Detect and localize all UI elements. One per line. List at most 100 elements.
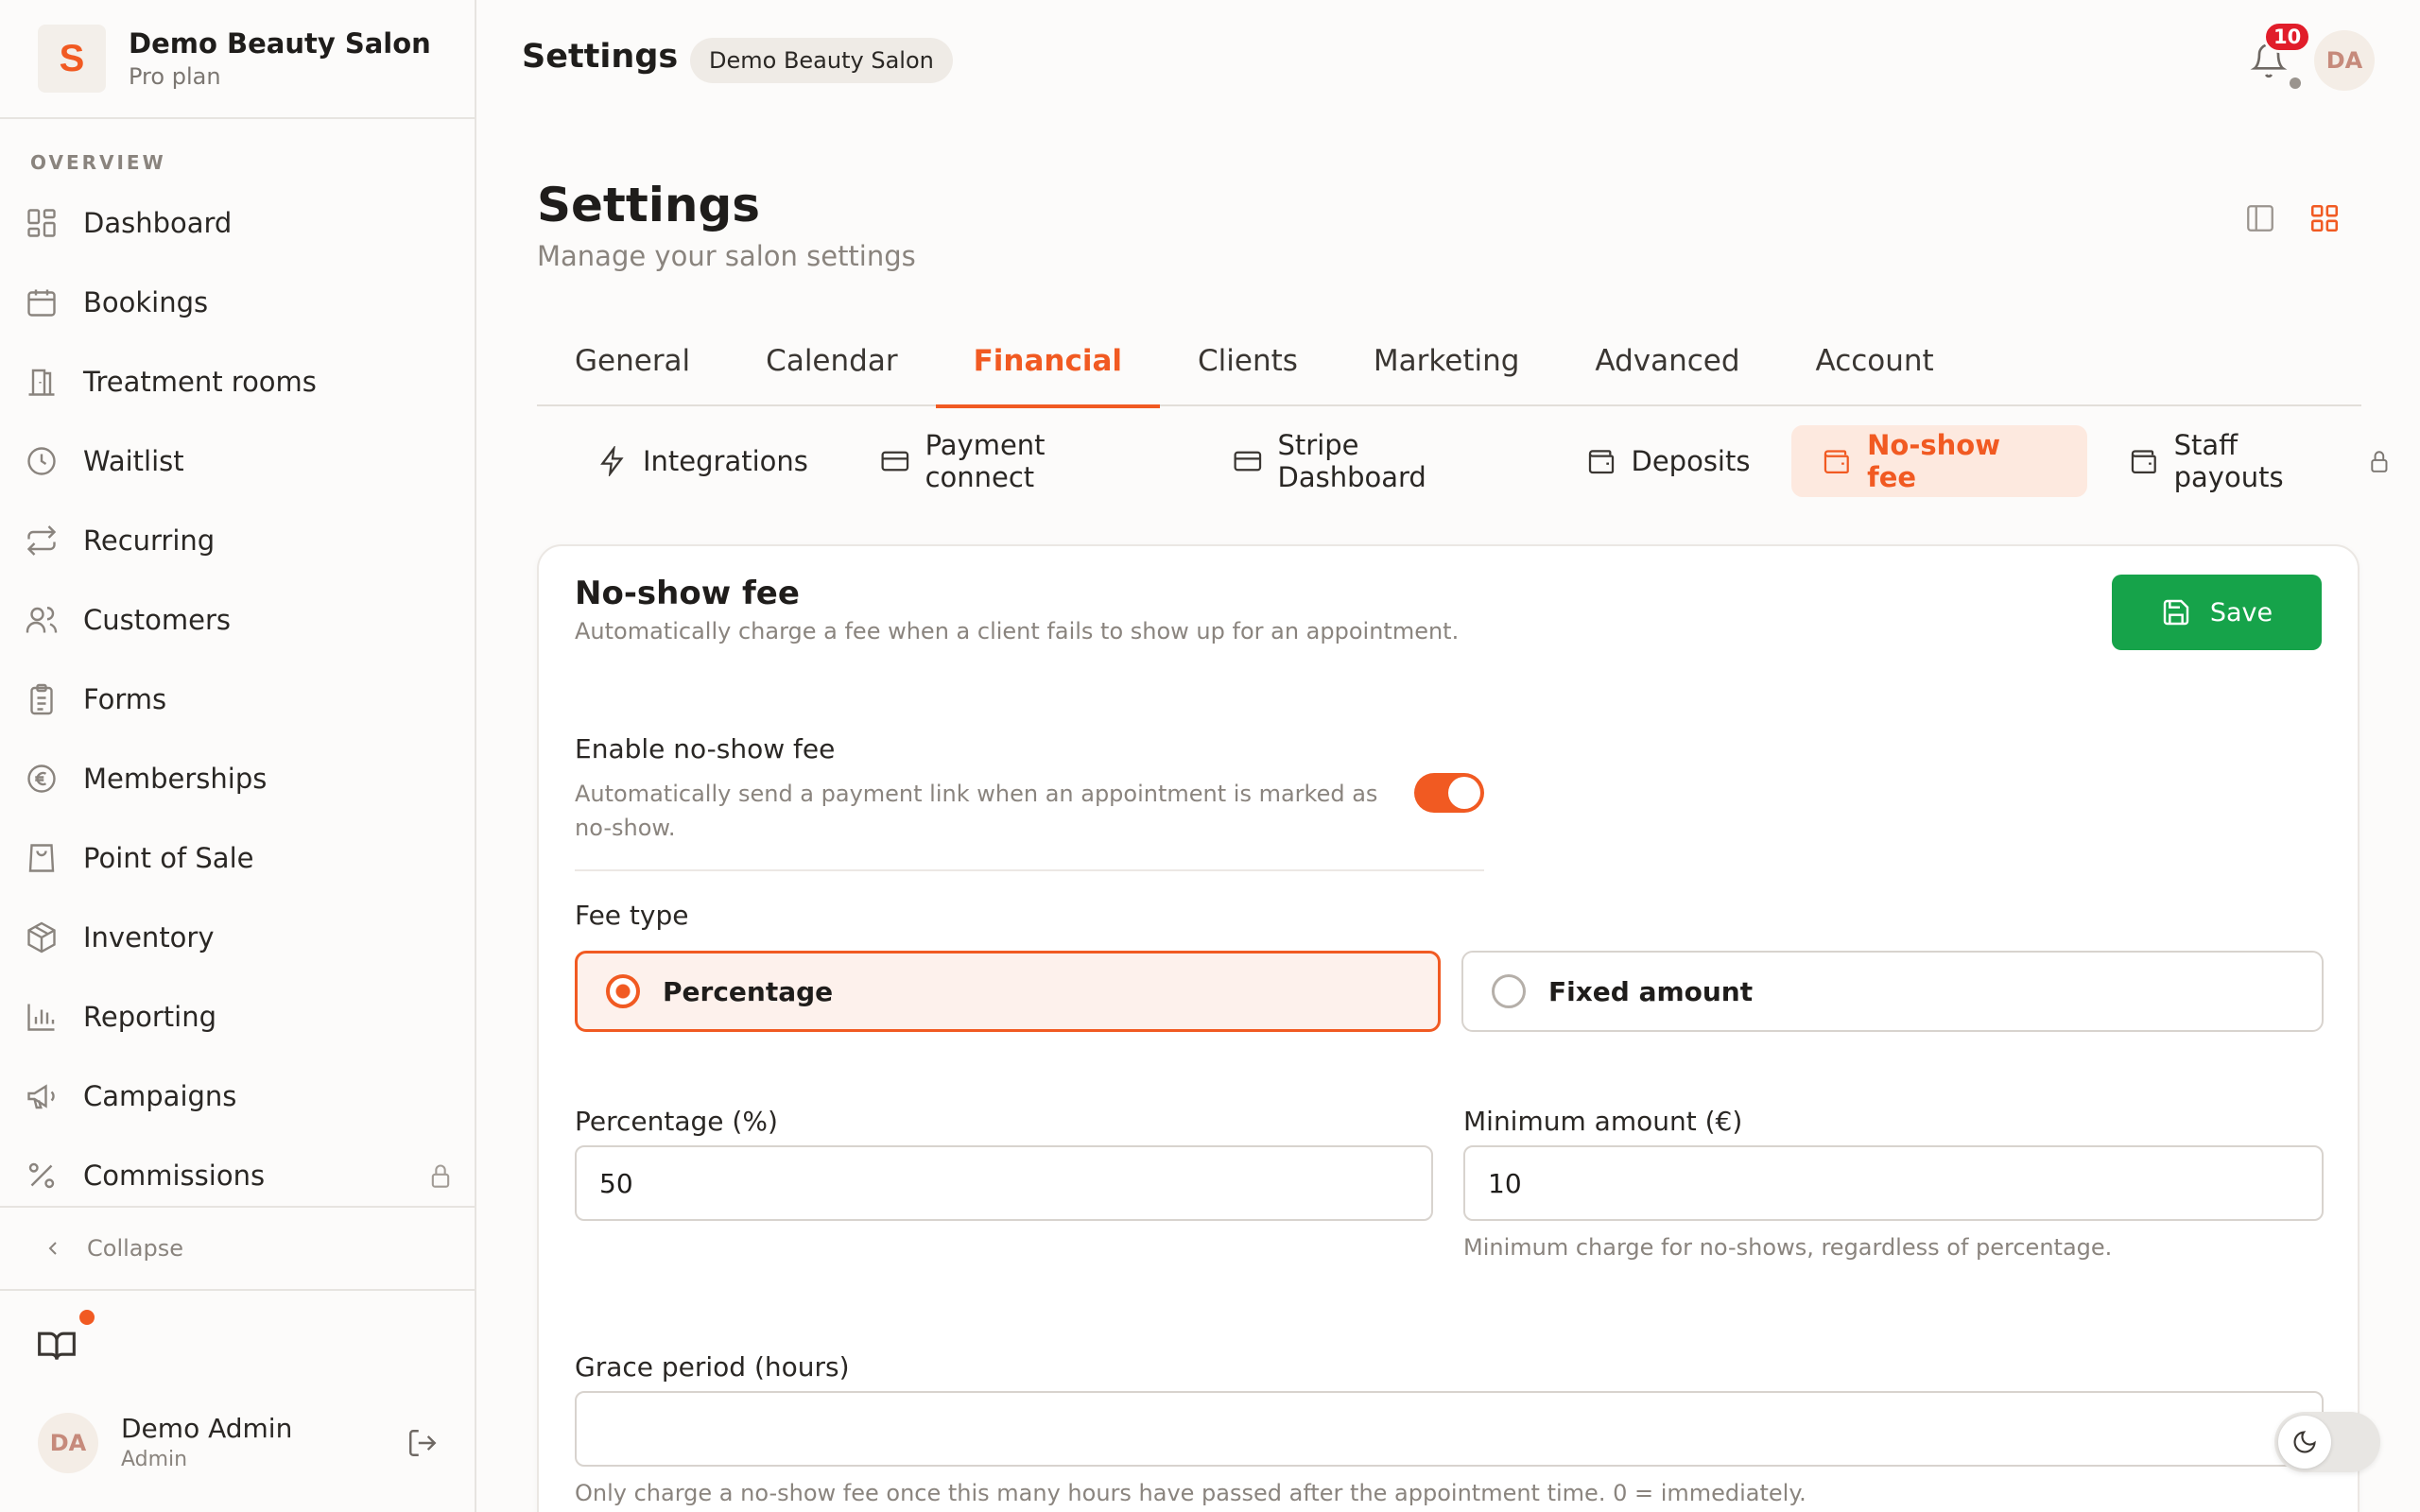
sidebar-item-point-of-sale[interactable]: Point of Sale [0,818,475,898]
megaphone-icon [27,1084,55,1109]
sidebar-item-campaigns[interactable]: Campaigns [0,1057,475,1136]
subtab-stripe-dashboard[interactable]: Stripe Dashboard [1202,425,1545,497]
save-button[interactable]: Save [2112,575,2322,650]
sidebar-item-label: Dashboard [83,207,233,239]
minimum-amount-help: Minimum charge for no-shows, regardless … [1463,1234,2113,1261]
bar-chart-icon [27,1004,55,1031]
subtab-label: Staff payouts [2173,429,2284,493]
financial-subtabs: Integrations Payment connect Stripe Dash… [567,425,2420,497]
sidebar-item-label: Forms [83,683,167,715]
toggle-knob [1448,777,1480,809]
calendar-icon [27,289,56,317]
subtab-label: No-show fee [1867,429,2000,493]
subtab-integrations[interactable]: Integrations [567,425,838,497]
lock-icon [431,1164,450,1188]
save-label: Save [2209,597,2273,627]
subtab-no-show-fee[interactable]: No-show fee [1791,425,2087,497]
brand-name: Demo Beauty Salon [129,27,431,60]
sidebar-item-label: Customers [83,604,231,636]
wallet-icon [1824,450,1850,473]
sidebar-item-label: Waitlist [83,445,184,477]
subtab-label: Deposits [1631,445,1751,477]
avatar[interactable]: DA [2314,30,2375,91]
sidebar-item-recurring[interactable]: Recurring [0,501,475,580]
credit-card-icon [881,451,909,472]
grid-layout-icon[interactable] [2308,202,2341,234]
sidebar-item-label: Reporting [83,1001,216,1033]
tab-financial[interactable]: Financial [935,327,1161,408]
package-icon [27,921,56,954]
theme-knob [2278,1416,2331,1469]
save-icon [2163,599,2189,626]
radio-selected-icon [606,974,640,1008]
tab-account[interactable]: Account [1778,327,1972,406]
zap-icon [600,446,624,476]
sidebar-item-label: Point of Sale [83,842,254,874]
tab-clients[interactable]: Clients [1160,327,1336,406]
fee-type-fixed-option[interactable]: Fixed amount [1461,951,2324,1032]
clock-icon [27,447,56,475]
settings-tabs: General Calendar Financial Clients Marke… [537,327,2361,408]
sidebar: S Demo Beauty Salon Pro plan OVERVIEW Da… [0,0,476,1512]
sidebar-item-treatment-rooms[interactable]: Treatment rooms [0,342,475,421]
minimum-amount-label: Minimum amount (€) [1463,1106,1743,1137]
sidebar-item-label: Memberships [83,763,268,795]
subtab-payment-connect[interactable]: Payment connect [850,425,1191,497]
grace-period-input[interactable] [575,1391,2324,1467]
credit-card-icon [1234,451,1261,472]
brand-logo: S [38,25,106,93]
clipboard-icon [30,683,53,715]
enable-help-line1: Automatically send a payment link when a… [575,781,1378,807]
minimum-amount-input[interactable]: 10 [1463,1145,2324,1221]
tab-advanced[interactable]: Advanced [1557,327,1777,406]
sidebar-item-forms[interactable]: Forms [0,660,475,739]
user-role: Admin [121,1448,188,1471]
avatar: DA [38,1413,98,1473]
book-icon[interactable] [36,1325,78,1366]
sidebar-item-memberships[interactable]: Memberships [0,739,475,818]
sidebar-layout-icon[interactable] [2244,202,2276,234]
fee-type-percentage-option[interactable]: Percentage [575,951,1441,1032]
moon-icon [2293,1431,2316,1453]
subtab-deposits[interactable]: Deposits [1556,425,1781,497]
sidebar-item-dashboard[interactable]: Dashboard [0,183,475,263]
theme-toggle[interactable] [2274,1412,2380,1472]
tab-marketing[interactable]: Marketing [1336,327,1558,406]
door-icon [28,369,55,396]
sidebar-item-label: Recurring [83,524,216,557]
collapse-button[interactable]: Collapse [0,1206,475,1291]
enable-no-show-fee-toggle[interactable] [1414,773,1484,813]
nav-section-title: OVERVIEW [30,151,166,174]
sidebar-item-inventory[interactable]: Inventory [0,898,475,977]
salon-badge: Demo Beauty Salon [690,38,953,83]
sidebar-item-label: Commissions [83,1160,266,1192]
tab-calendar[interactable]: Calendar [728,327,935,406]
repeat-icon [26,525,57,556]
sidebar-item-reporting[interactable]: Reporting [0,977,475,1057]
notification-count-badge: 10 [2263,21,2312,53]
subtab-staff-payouts[interactable]: Staff payouts [2099,425,2420,497]
sidebar-item-label: Bookings [83,286,209,318]
card-description: Automatically charge a fee when a client… [575,618,1460,644]
status-dot [2290,77,2301,89]
user-name: Demo Admin [121,1413,293,1444]
grace-period-label: Grace period (hours) [575,1351,850,1383]
tab-general[interactable]: General [537,327,728,406]
fee-type-label: Fee type [575,900,689,931]
user-profile[interactable]: DA Demo Admin Admin [38,1412,292,1474]
sidebar-item-customers[interactable]: Customers [0,580,475,660]
shopping-bag-icon [28,844,55,872]
percentage-input[interactable]: 50 [575,1145,1433,1221]
users-icon [26,607,58,633]
topbar: Settings Demo Beauty Salon 10 DA [476,0,2420,119]
sidebar-item-commissions[interactable]: Commissions [0,1136,475,1215]
notification-dot [79,1310,95,1325]
grace-period-help: Only charge a no-show fee once this many… [575,1480,1806,1506]
sidebar-item-waitlist[interactable]: Waitlist [0,421,475,501]
brand-header[interactable]: S Demo Beauty Salon Pro plan [0,0,475,119]
wallet-icon [1588,450,1614,474]
sidebar-item-bookings[interactable]: Bookings [0,263,475,342]
option-label: Fixed amount [1548,975,1754,1007]
chevron-left-icon [48,1242,57,1255]
logout-icon[interactable] [406,1427,439,1459]
